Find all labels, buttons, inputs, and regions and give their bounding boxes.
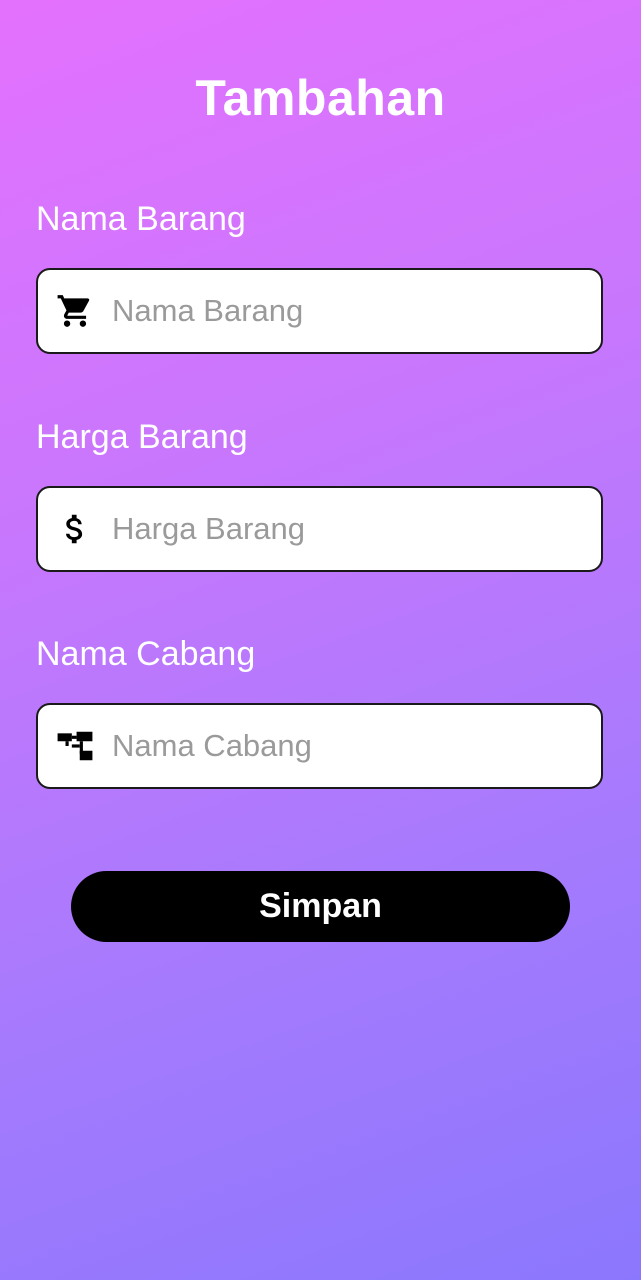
item-name-field[interactable]	[36, 268, 603, 354]
item-name-input[interactable]	[112, 281, 601, 341]
add-item-screen: Tambahan Nama Barang Harga Barang Nama C…	[0, 0, 641, 1280]
item-price-field[interactable]	[36, 486, 603, 572]
branch-tree-icon	[38, 705, 112, 787]
item-price-input[interactable]	[112, 499, 601, 559]
item-name-label: Nama Barang	[36, 200, 246, 238]
dollar-icon	[38, 488, 112, 570]
item-price-label: Harga Barang	[36, 418, 248, 456]
branch-name-input[interactable]	[112, 716, 601, 776]
branch-name-label: Nama Cabang	[36, 635, 256, 673]
branch-name-field[interactable]	[36, 703, 603, 789]
shopping-cart-icon	[38, 270, 112, 352]
page-title: Tambahan	[195, 70, 446, 126]
save-button[interactable]: Simpan	[71, 871, 570, 942]
